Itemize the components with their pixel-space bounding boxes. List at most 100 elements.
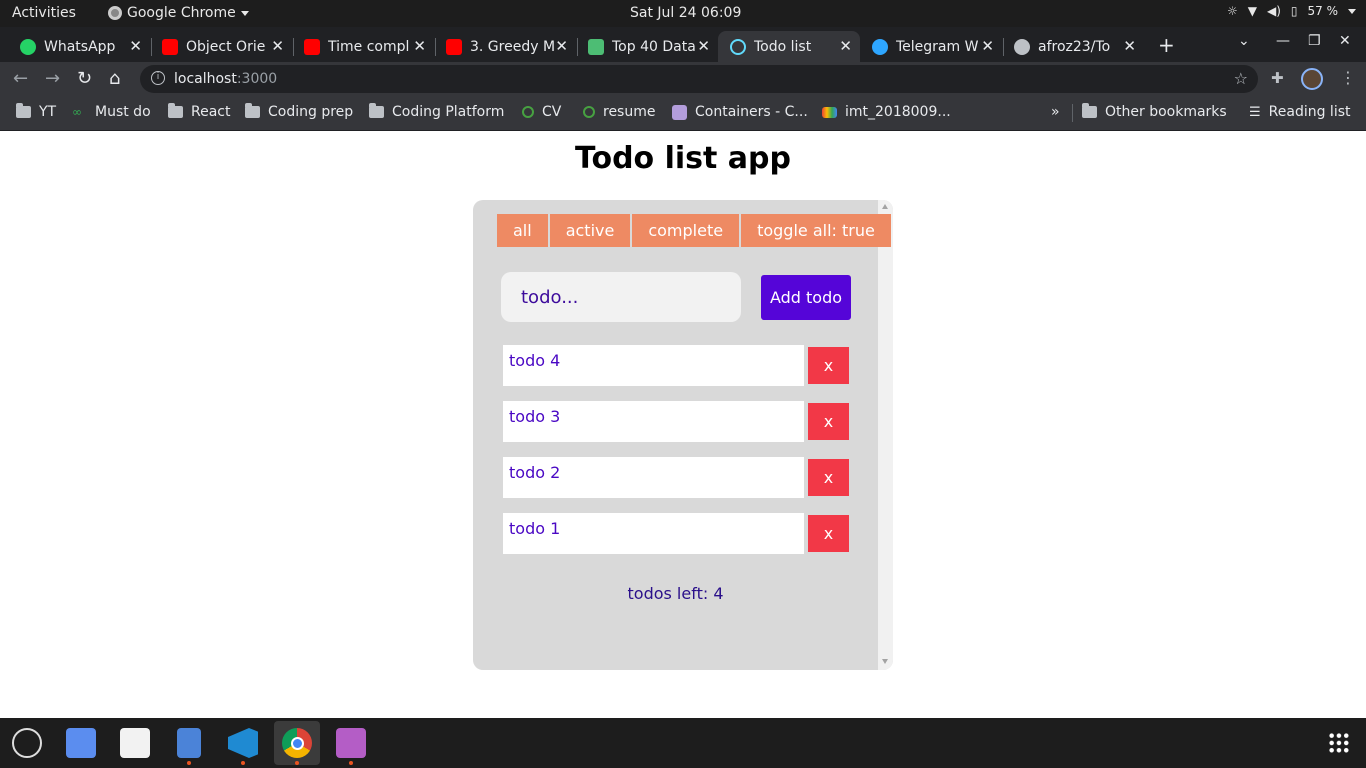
reading-list-icon: ☰ <box>1249 104 1261 120</box>
delete-todo-button[interactable]: x <box>808 403 849 440</box>
close-tab-icon[interactable]: ✕ <box>413 37 426 55</box>
new-tab-button[interactable]: + <box>1158 33 1175 57</box>
bookmark-other[interactable]: Other bookmarks <box>1082 103 1227 120</box>
home-icon[interactable]: ⌂ <box>109 68 120 89</box>
bookmark-gmail[interactable]: imt_2018009... <box>822 104 951 120</box>
close-tab-icon[interactable]: ✕ <box>271 37 284 55</box>
todos-left-counter: todos left: 4 <box>627 584 724 603</box>
toggle-all-button[interactable]: toggle all: true <box>741 214 891 247</box>
delete-todo-button[interactable]: x <box>808 515 849 552</box>
info-icon[interactable]: i <box>151 71 165 85</box>
tab-title: WhatsApp <box>44 38 116 55</box>
dock-chrome[interactable] <box>274 721 320 765</box>
close-tab-icon[interactable]: ✕ <box>129 37 142 55</box>
wifi-icon: ▼ <box>1247 4 1257 18</box>
close-tab-icon[interactable]: ✕ <box>555 37 568 55</box>
filter-all-button[interactable]: all <box>497 214 548 247</box>
close-tab-icon[interactable]: ✕ <box>839 37 852 55</box>
filter-complete-button[interactable]: complete <box>632 214 740 247</box>
close-window-icon[interactable]: ✕ <box>1339 33 1351 49</box>
chrome-icon <box>108 6 122 20</box>
reload-icon[interactable]: ↻ <box>77 68 92 89</box>
bookmark-cv[interactable]: CV <box>522 104 561 120</box>
tab-todo-list[interactable]: Todo list ✕ <box>718 31 860 62</box>
tab-telegram[interactable]: Telegram W ✕ <box>860 31 1002 62</box>
scroll-up-icon[interactable] <box>882 204 888 209</box>
tab-title: Todo list <box>754 38 812 55</box>
filter-active-button[interactable]: active <box>549 214 631 247</box>
tasks-icon <box>66 728 96 758</box>
page-title: Todo list app <box>574 141 792 176</box>
todo-item: todo 4 x <box>503 345 849 386</box>
filter-bar: all active complete toggle all: true <box>497 214 891 247</box>
clock[interactable]: Sat Jul 24 06:09 <box>630 5 741 21</box>
delete-todo-button[interactable]: x <box>808 347 849 384</box>
telegram-icon <box>872 38 888 55</box>
close-tab-icon[interactable]: ✕ <box>981 37 994 55</box>
bookmarks-bar: YT ∞ Must do React Coding prep Coding Pl… <box>0 95 1366 131</box>
bookmark-coding-prep[interactable]: Coding prep <box>245 103 353 120</box>
gmail-icon <box>822 106 837 118</box>
tab-search-icon[interactable]: ⌄ <box>1238 33 1250 49</box>
tab-time-complexity[interactable]: Time compl ✕ <box>292 31 434 62</box>
tab-object-oriented[interactable]: Object Orie ✕ <box>150 31 292 62</box>
bookmark-resume[interactable]: resume <box>583 104 655 120</box>
dock-text-editor[interactable] <box>112 721 158 765</box>
folder-icon <box>1082 103 1097 118</box>
tab-github[interactable]: afroz23/To ✕ <box>1002 31 1144 62</box>
bookmark-must-do[interactable]: ∞ Must do <box>72 104 151 120</box>
dock-media-player[interactable] <box>328 721 374 765</box>
todo-text[interactable]: todo 4 <box>503 345 804 386</box>
app-menu-label: Google Chrome <box>127 5 236 21</box>
todo-text[interactable]: todo 2 <box>503 457 804 498</box>
extensions-icon[interactable]: ✚ <box>1271 69 1284 87</box>
bookmark-star-icon[interactable]: ☆ <box>1234 69 1248 88</box>
scroll-down-icon[interactable] <box>882 659 888 664</box>
tab-title: Object Orie <box>186 38 266 55</box>
close-tab-icon[interactable]: ✕ <box>1123 37 1136 55</box>
tab-greedy[interactable]: 3. Greedy M ✕ <box>434 31 576 62</box>
folder-icon <box>16 103 31 118</box>
tab-top-40-data[interactable]: Top 40 Data ✕ <box>576 31 718 62</box>
add-todo-button[interactable]: Add todo <box>761 275 851 320</box>
activities-button[interactable]: Activities <box>12 5 76 21</box>
dock-vscode[interactable] <box>220 721 266 765</box>
app-menu[interactable]: Google Chrome <box>108 5 249 21</box>
dock-files[interactable] <box>166 721 212 765</box>
close-tab-icon[interactable]: ✕ <box>697 37 710 55</box>
forward-icon[interactable]: → <box>45 68 60 89</box>
youtube-icon <box>162 38 178 55</box>
todo-text[interactable]: todo 3 <box>503 401 804 442</box>
back-icon[interactable]: ← <box>13 68 28 89</box>
bookmarks-overflow[interactable]: » <box>1051 104 1060 120</box>
restore-icon[interactable]: ❐ <box>1308 33 1321 49</box>
chevron-down-icon <box>240 10 249 16</box>
bookmark-containers[interactable]: Containers - C... <box>672 104 808 120</box>
reading-list[interactable]: ☰ Reading list <box>1249 104 1351 120</box>
todo-input[interactable] <box>501 272 741 322</box>
scrollbar[interactable] <box>878 200 893 670</box>
bookmark-yt[interactable]: YT <box>16 103 56 120</box>
volume-icon: ◀) <box>1266 4 1281 18</box>
system-tray[interactable]: ☼ ▼ ◀) ▯ 57 % <box>1227 4 1356 18</box>
tab-whatsapp[interactable]: WhatsApp ✕ <box>8 31 150 62</box>
tab-title: Time compl <box>328 38 410 55</box>
vscode-icon <box>228 728 258 758</box>
show-applications-icon[interactable] <box>1328 732 1350 754</box>
address-bar[interactable]: i localhost:3000 ☆ <box>140 65 1258 93</box>
avatar[interactable] <box>1301 68 1323 90</box>
link-icon: ∞ <box>72 104 82 119</box>
overleaf-icon <box>583 106 595 118</box>
url-text: localhost:3000 <box>174 71 278 87</box>
dock-tasks[interactable] <box>58 721 104 765</box>
todo-item: todo 2 x <box>503 457 849 498</box>
minimize-icon[interactable]: — <box>1276 33 1290 49</box>
bookmark-react[interactable]: React <box>168 103 230 120</box>
bookmark-coding-platform[interactable]: Coding Platform <box>369 103 504 120</box>
delete-todo-button[interactable]: x <box>808 459 849 496</box>
menu-icon[interactable]: ⋮ <box>1340 68 1356 87</box>
todo-text[interactable]: todo 1 <box>503 513 804 554</box>
system-top-bar: Activities Google Chrome Sat Jul 24 06:0… <box>0 0 1366 27</box>
chrome-icon <box>282 728 312 758</box>
dock-ubuntu-software[interactable] <box>4 721 50 765</box>
